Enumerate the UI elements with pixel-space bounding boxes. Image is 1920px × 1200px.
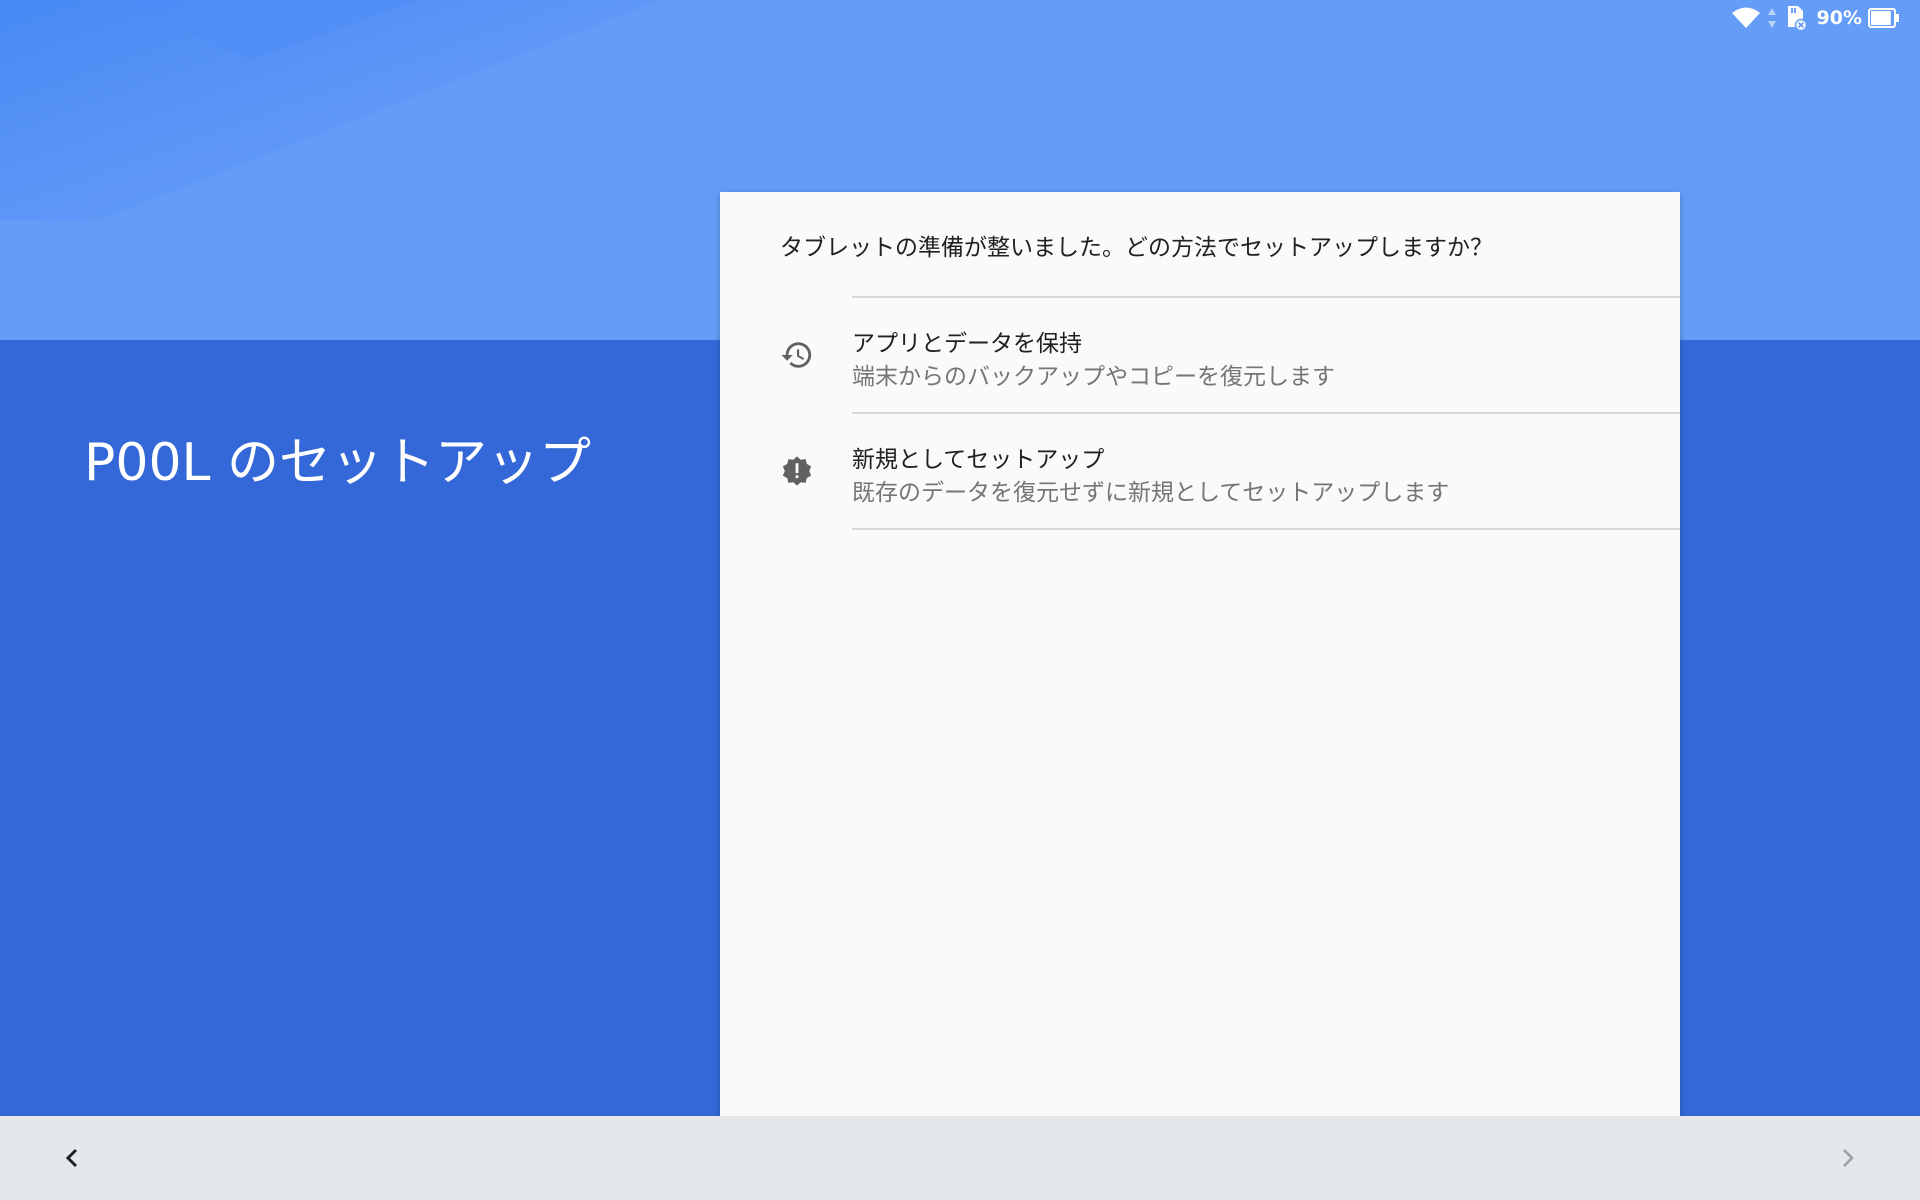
setup-question: タブレットの準備が整いました。どの方法でセットアップしますか？: [780, 235, 1493, 261]
chevron-right-icon: [1843, 1149, 1854, 1167]
new-badge-icon: [782, 456, 812, 486]
status-bar: 90%: [1560, 0, 1920, 36]
option-setup-as-new[interactable]: 新規としてセットアップ 既存のデータを復元せずに新規としてセットアップします: [720, 414, 1680, 528]
option-title: 新規としてセットアップ: [852, 447, 1105, 473]
option-title: アプリとデータを保持: [852, 331, 1082, 357]
sd-card-icon: [1787, 6, 1807, 31]
page-title: P00L のセットアップ: [84, 433, 592, 493]
option-subtitle: 端末からのバックアップやコピーを復元します: [852, 364, 1335, 390]
divider: [852, 528, 1680, 530]
restore-icon: [781, 342, 812, 368]
battery-icon: [1868, 8, 1899, 28]
chevron-left-icon: [65, 1148, 78, 1168]
next-button[interactable]: [1826, 1136, 1870, 1180]
option-subtitle: 既存のデータを復元せずに新規としてセットアップします: [852, 480, 1450, 506]
data-arrows-icon: [1767, 8, 1776, 28]
back-button[interactable]: [50, 1136, 94, 1180]
option-keep-apps-and-data[interactable]: アプリとデータを保持 端末からのバックアップやコピーを復元します: [720, 298, 1680, 412]
navigation-bar: [0, 1116, 1920, 1200]
setup-card: タブレットの準備が整いました。どの方法でセットアップしますか？ アプリとデータを…: [720, 192, 1680, 1116]
battery-percent: 90%: [1816, 7, 1862, 29]
wifi-icon: [1731, 7, 1760, 28]
